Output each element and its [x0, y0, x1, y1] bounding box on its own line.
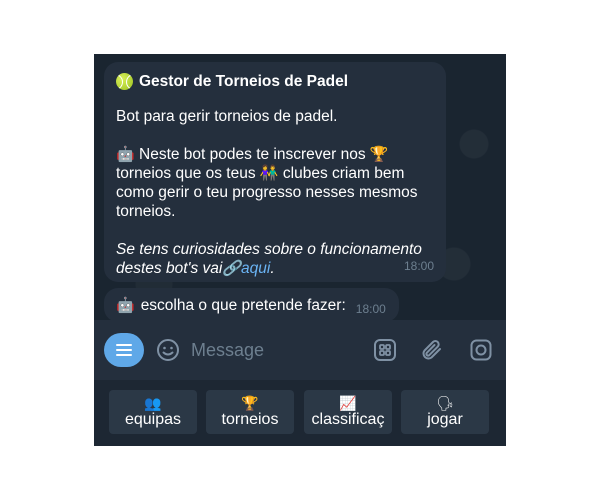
- message-footer: Se tens curiosidades sobre o funcionamen…: [116, 240, 434, 278]
- chart-increasing-icon: 📈: [339, 395, 357, 411]
- people-icon: 👥: [144, 395, 162, 411]
- keyboard-button-classificacao[interactable]: 📈 classificaç: [304, 390, 392, 434]
- keyboard-button-equipas[interactable]: 👥 equipas: [109, 390, 197, 434]
- tennis-ball-icon: [116, 73, 133, 90]
- prompt-text: escolha o que pretende fazer:: [140, 296, 346, 314]
- message-time: 18:00: [403, 259, 434, 273]
- keyboard-button-label: classificaç: [311, 411, 385, 428]
- message-intro: Bot para gerir torneios de padel.: [116, 108, 338, 125]
- aqui-link[interactable]: aqui: [241, 260, 270, 277]
- trophy-icon: 🏆: [241, 395, 259, 411]
- bot-message-prompt: 🤖 escolha o que pretende fazer: 18:00: [104, 288, 399, 322]
- keyboard-button-label: torneios: [221, 411, 279, 428]
- camera-icon[interactable]: [469, 338, 493, 362]
- keyboard-button-label: equipas: [124, 411, 182, 428]
- link-icon: 🔗: [222, 260, 242, 277]
- trophy-icon: 🏆: [369, 146, 389, 163]
- menu-icon: [116, 344, 132, 356]
- message-body: 🤖 Neste bot podes te inscrever nos 🏆 tor…: [116, 145, 434, 221]
- keyboard-button-torneios[interactable]: 🏆 torneios: [206, 390, 294, 434]
- keyboard-button-jogar[interactable]: 🗣 jogar: [401, 390, 489, 434]
- keyboard-button-label: jogar: [427, 411, 463, 428]
- bot-message-welcome: Gestor de Torneios de Padel Bot para ger…: [104, 62, 446, 282]
- message-time: 18:00: [355, 301, 386, 316]
- emoji-icon[interactable]: [156, 338, 180, 362]
- message-body-part2: torneios que os teus: [116, 165, 256, 182]
- message-title: Gestor de Torneios de Padel: [116, 72, 434, 91]
- bot-commands-icon[interactable]: [373, 338, 397, 362]
- bot-menu-button[interactable]: [104, 333, 144, 367]
- message-footer-end: .: [270, 260, 275, 277]
- telegram-chat-window: Gestor de Torneios de Padel Bot para ger…: [94, 54, 506, 446]
- robot-icon: 🤖: [116, 146, 135, 163]
- speaking-head-icon: 🗣: [436, 395, 454, 411]
- people-icon: 👫: [259, 165, 279, 182]
- message-input-bar: Message: [94, 320, 506, 380]
- attach-icon[interactable]: [420, 338, 444, 362]
- message-title-text: Gestor de Torneios de Padel: [139, 73, 349, 90]
- robot-icon: 🤖: [116, 296, 135, 314]
- bot-reply-keyboard: 👥 equipas 🏆 torneios 📈 classificaç 🗣 jog…: [94, 380, 506, 446]
- message-input[interactable]: Message: [191, 340, 264, 361]
- message-body-part1: Neste bot podes te inscrever nos: [139, 146, 366, 163]
